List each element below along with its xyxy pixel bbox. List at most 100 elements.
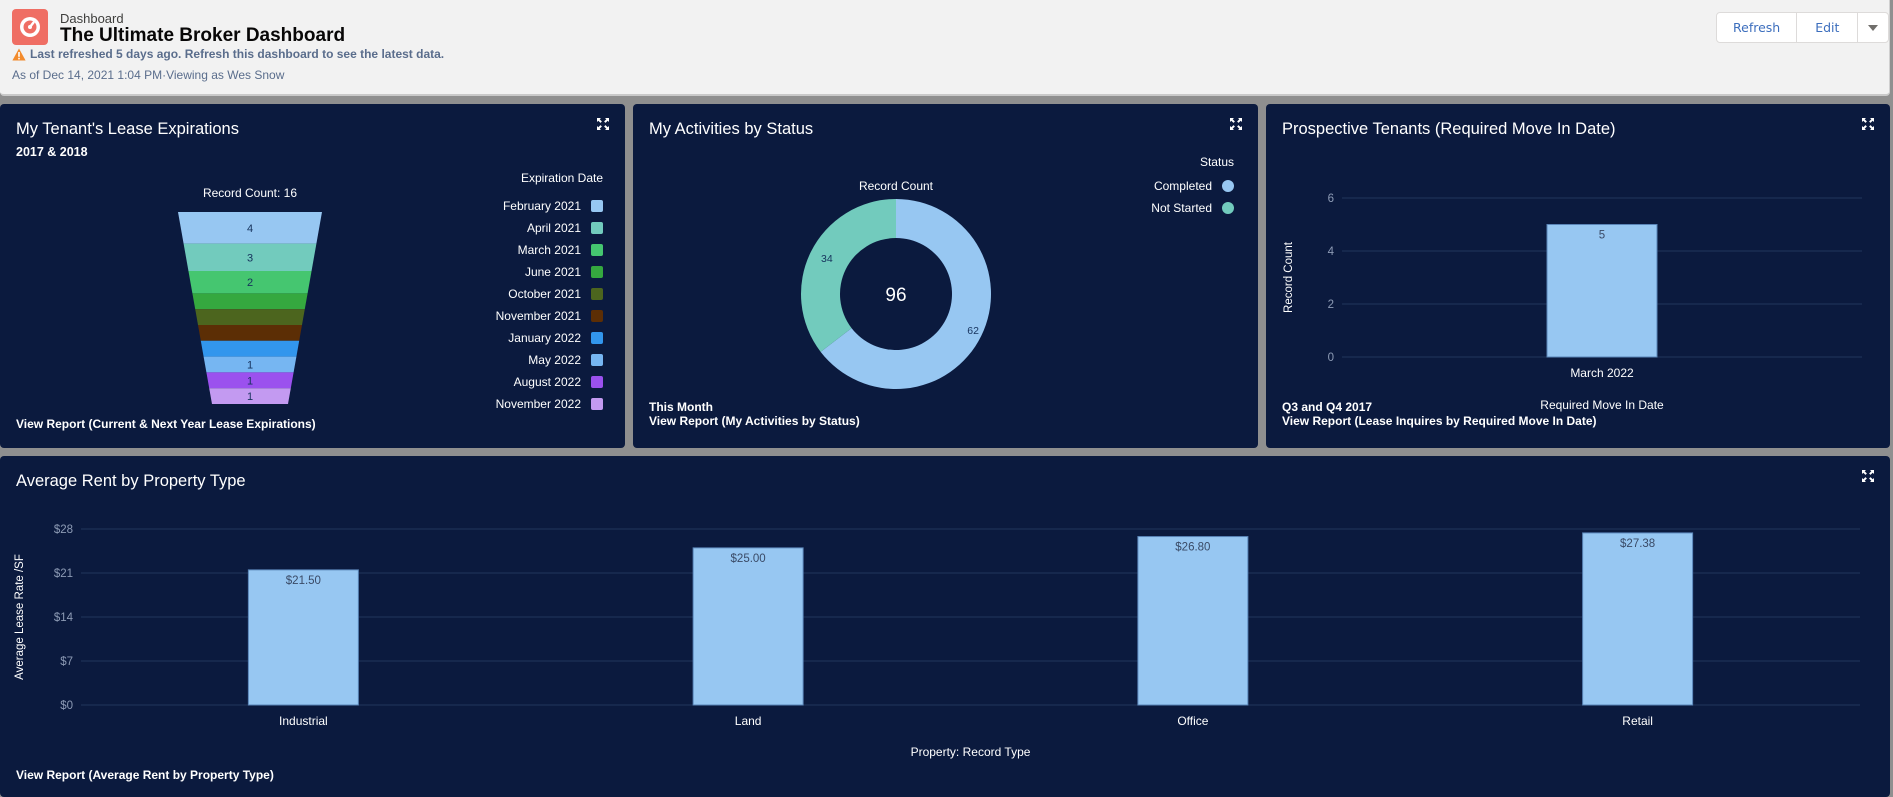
expiration-date-legend: Expiration Date February 2021 April 2021 M… (496, 171, 603, 415)
legend-item-label: Completed (1153, 179, 1212, 193)
funnel-segment-label: 1 (247, 375, 253, 387)
average-rent-panel: Average Rent by Property Type $0 $7 $14 $21… (0, 456, 1890, 797)
view-report-link[interactable]: View Report (My Activities by Status) (649, 414, 860, 428)
bar-office[interactable] (1137, 536, 1249, 706)
x-tick-label: March 2022 (1570, 366, 1634, 380)
view-report-link[interactable]: View Report (Average Rent by Property Ty… (16, 768, 274, 782)
chevron-down-icon (1868, 24, 1879, 31)
bar-land[interactable] (692, 547, 804, 706)
expand-icon[interactable] (1862, 470, 1874, 482)
filter-label: Q3 and Q4 2017 (1282, 400, 1373, 414)
refresh-button[interactable]: Refresh (1717, 13, 1798, 42)
legend-swatch (591, 266, 603, 278)
activities-by-status-panel: My Activities by Status Record Count 62 3… (633, 104, 1258, 448)
expand-icon[interactable] (597, 118, 609, 130)
filter-label: This Month (649, 400, 713, 414)
y-tick-label: $7 (60, 656, 73, 668)
legend-item[interactable]: August 2022 (496, 371, 603, 393)
bar-march-2022[interactable] (1546, 224, 1658, 358)
donut-slice-not-started[interactable] (801, 199, 896, 352)
y-tick-label: 2 (1328, 299, 1334, 311)
legend-item[interactable]: January 2022 (496, 327, 603, 349)
legend-item[interactable]: November 2021 (496, 305, 603, 327)
legend-item[interactable]: May 2022 (496, 349, 603, 371)
legend-swatch (591, 310, 603, 322)
bar-retail[interactable] (1582, 532, 1694, 706)
gauge-icon (20, 17, 40, 37)
funnel-segment-4[interactable] (192, 293, 308, 310)
panel-title: Prospective Tenants (Required Move In Da… (1282, 120, 1616, 138)
prospective-tenants-bar-chart: 0 2 4 6 Record Count 5 March 2022 Required Move… (1283, 193, 1862, 412)
refresh-warning-text: Last refreshed 5 days ago. Refresh this … (30, 47, 445, 61)
panel-subtitle: 2017 & 2018 (16, 145, 88, 159)
legend-swatch (591, 332, 603, 344)
legend-swatch (591, 288, 603, 300)
edit-button[interactable]: Edit (1797, 13, 1859, 42)
legend-dot (1222, 180, 1234, 192)
panel-title: My Tenant's Lease Expirations (16, 120, 239, 138)
x-tick-label: Retail (1622, 714, 1653, 728)
bar-value-label: 5 (1599, 230, 1605, 242)
y-tick-label: $14 (54, 612, 74, 624)
funnel-segment-label: 2 (247, 277, 253, 289)
funnel-segment-5[interactable] (195, 309, 305, 325)
legend-item[interactable]: April 2021 (496, 217, 603, 239)
legend-item[interactable]: March 2021 (496, 239, 603, 261)
legend-swatch (591, 376, 603, 388)
legend-item-label: November 2022 (495, 397, 581, 411)
legend-item[interactable]: Completed (1151, 175, 1234, 197)
legend-item[interactable]: October 2021 (496, 283, 603, 305)
legend-item-label: March 2021 (517, 243, 581, 257)
bar-industrial[interactable] (247, 569, 359, 706)
funnel-segment-label: 3 (247, 252, 253, 264)
prospective-tenants-panel: Prospective Tenants (Required Move In Da… (1266, 104, 1890, 448)
x-tick-label: Land (735, 714, 762, 728)
legend-swatch (591, 200, 603, 212)
expand-icon[interactable] (1230, 118, 1242, 130)
x-tick-label: Office (1177, 714, 1208, 728)
donut-slice-label: 34 (821, 253, 833, 265)
as-of-text: As of Dec 14, 2021 1:04 PM·Viewing as We… (12, 68, 285, 82)
legend-item-label: November 2021 (495, 309, 581, 323)
legend-swatch (591, 244, 603, 256)
legend-item-label: May 2022 (528, 353, 581, 367)
x-axis-label: Property: Record Type (911, 745, 1031, 759)
legend-item-label: April 2021 (526, 221, 581, 235)
bar-value-label: $26.80 (1175, 542, 1210, 554)
legend-item-label: February 2021 (502, 199, 581, 213)
funnel-record-count-label: Record Count: 16 (203, 186, 297, 200)
funnel-segment-7[interactable] (200, 340, 300, 357)
header-button-group: Refresh Edit (1716, 12, 1890, 43)
x-tick-label: Industrial (279, 714, 328, 728)
lease-expirations-panel: My Tenant's Lease Expirations 2017 & 201… (0, 104, 625, 448)
donut-measure-label: Record Count (859, 179, 934, 193)
y-axis-label: Record Count (1283, 241, 1295, 313)
warning-icon (12, 48, 26, 60)
bar-value-label: $25.00 (731, 553, 766, 565)
legend-item[interactable]: February 2021 (496, 195, 603, 217)
dashboard-app-icon (12, 9, 48, 45)
legend-item[interactable]: Not Started (1151, 197, 1234, 219)
bar-value-label: $27.38 (1620, 538, 1655, 550)
refresh-warning: Last refreshed 5 days ago. Refresh this … (12, 47, 444, 61)
funnel-segment-6[interactable] (198, 324, 302, 341)
legend-item[interactable]: November 2022 (496, 393, 603, 415)
funnel-segment-label: 1 (247, 359, 253, 371)
view-report-link[interactable]: View Report (Current & Next Year Lease E… (16, 417, 316, 431)
y-tick-label: 6 (1328, 193, 1334, 205)
more-actions-button[interactable] (1858, 13, 1889, 42)
status-legend: Status Completed Not Started (1151, 155, 1234, 219)
y-tick-label: 4 (1328, 246, 1335, 258)
donut-slice-label: 62 (967, 325, 979, 337)
view-report-link[interactable]: View Report (Lease Inquires by Required … (1282, 414, 1597, 428)
page-title: The Ultimate Broker Dashboard (60, 25, 346, 46)
legend-title: Expiration Date (520, 171, 603, 185)
y-axis-label: Average Lease Rate /SF (14, 554, 26, 680)
y-tick-label: $21 (54, 568, 73, 580)
legend-item-label: August 2022 (513, 375, 581, 389)
legend-swatch (591, 222, 603, 234)
expand-icon[interactable] (1862, 118, 1874, 130)
legend-item[interactable]: June 2021 (496, 261, 603, 283)
donut-total: 96 (885, 285, 906, 306)
y-tick-label: $28 (54, 524, 73, 536)
